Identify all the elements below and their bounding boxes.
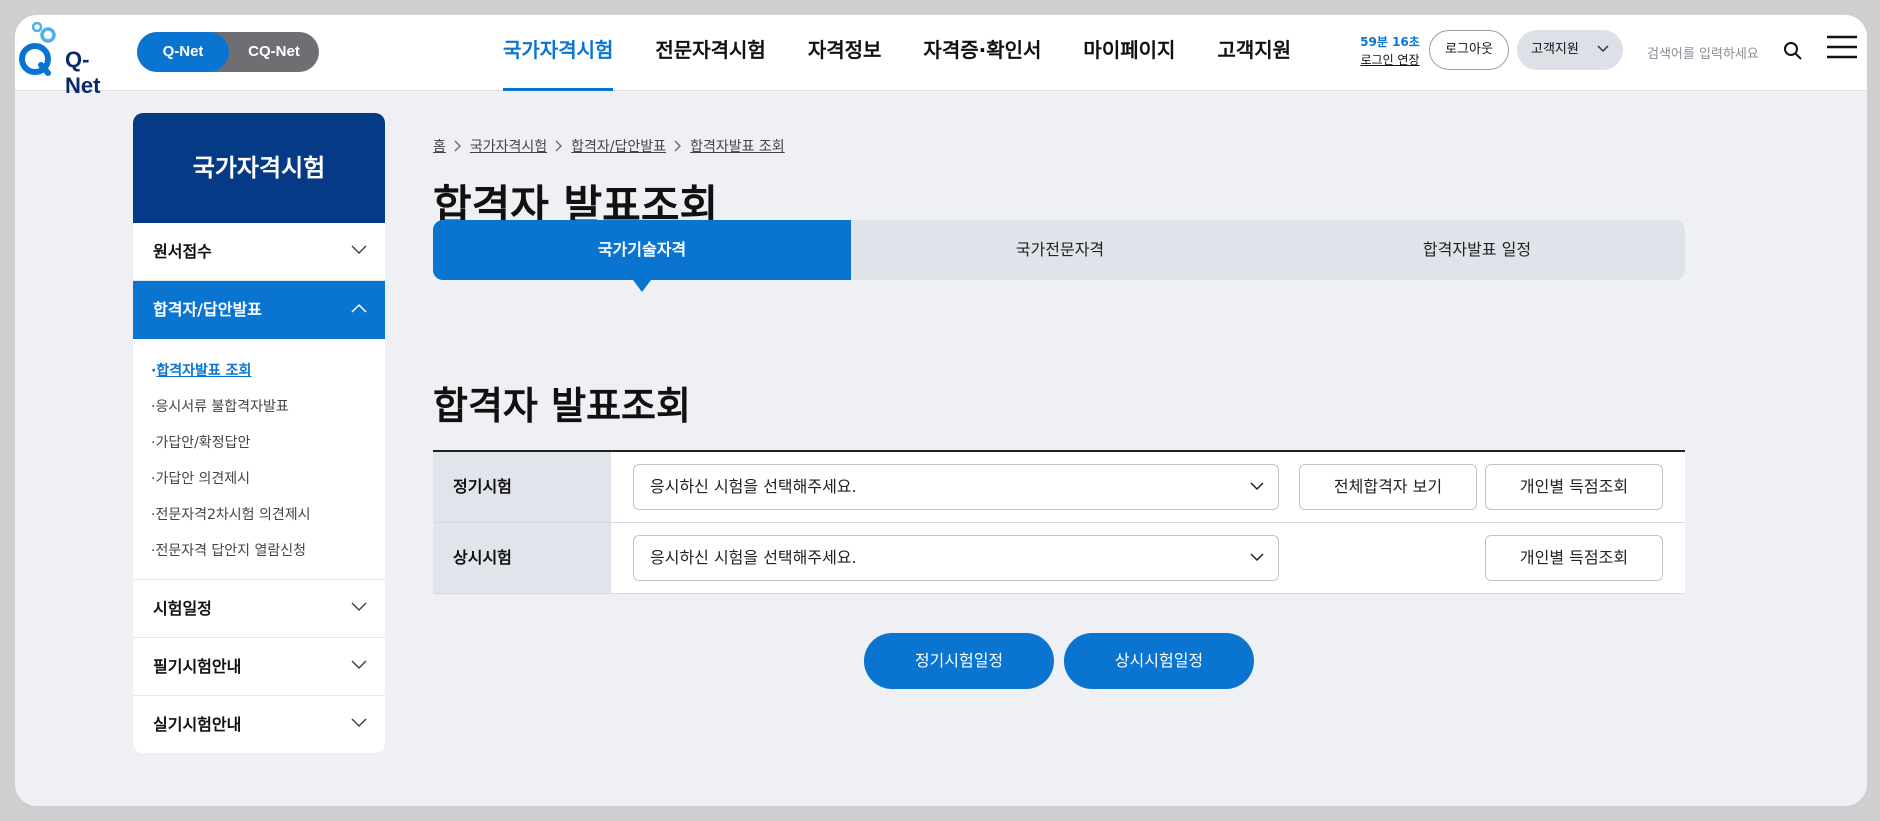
tab-bar: 국가기술자격 국가전문자격 합격자발표 일정 bbox=[433, 220, 1685, 292]
session-time: 59분 16초 bbox=[1360, 35, 1420, 49]
view-all-passers-button[interactable]: 전체합격자 보기 bbox=[1299, 464, 1477, 510]
sidebar-item-label: 시험일정 bbox=[153, 599, 212, 618]
nav-mypage[interactable]: 마이페이지 bbox=[1083, 15, 1175, 91]
submenu-item-pass-lookup[interactable]: 합격자발표 조회 bbox=[151, 353, 385, 389]
nav-certificates[interactable]: 자격증·확인서 bbox=[923, 15, 1041, 91]
regular-schedule-button[interactable]: 정기시험일정 bbox=[864, 633, 1054, 689]
site-header: Q-Net Q-Net CQ-Net 국가자격시험 전문자격시험 자격정보 자격… bbox=[15, 15, 1867, 98]
breadcrumb-national[interactable]: 국가자격시험 bbox=[470, 136, 547, 156]
section-title: 합격자 발표조회 bbox=[433, 384, 691, 428]
chevron-down-icon bbox=[1250, 553, 1264, 562]
submenu-item-answer-opinion[interactable]: 가답안 의견제시 bbox=[151, 461, 385, 497]
breadcrumb: 홈 국가자격시험 합격자/답안발표 합격자발표 조회 bbox=[433, 136, 785, 156]
sidebar: 국가자격시험 원서접수 합격자/답안발표 합격자발표 조회 응시서류 불합격자발… bbox=[133, 113, 385, 753]
search-input[interactable]: 검색어를 입력하세요 bbox=[1647, 43, 1759, 62]
tab-announcement-schedule[interactable]: 합격자발표 일정 bbox=[1269, 220, 1685, 280]
sidebar-item-practical-guide[interactable]: 실기시험안내 bbox=[133, 696, 385, 753]
nav-national-exam[interactable]: 국가자격시험 bbox=[503, 15, 614, 91]
extend-login-link[interactable]: 로그인 연장 bbox=[1355, 51, 1425, 69]
chevron-up-icon bbox=[351, 303, 367, 313]
chevron-right-icon bbox=[454, 140, 461, 152]
regular-exam-select[interactable]: 응시하신 시험을 선택해주세요. bbox=[633, 464, 1279, 510]
chevron-down-icon bbox=[1250, 482, 1264, 491]
sidebar-item-written-guide[interactable]: 필기시험안내 bbox=[133, 638, 385, 696]
permanent-exam-select[interactable]: 응시하신 시험을 선택해주세요. bbox=[633, 535, 1279, 581]
nav-qualification-info[interactable]: 자격정보 bbox=[808, 15, 882, 91]
sidebar-item-application[interactable]: 원서접수 bbox=[133, 223, 385, 281]
logout-button[interactable]: 로그아웃 bbox=[1429, 30, 1509, 70]
sidebar-item-schedule[interactable]: 시험일정 bbox=[133, 580, 385, 638]
customer-support-dropdown[interactable]: 고객지원 bbox=[1517, 30, 1623, 70]
chevron-right-icon bbox=[674, 140, 681, 152]
sidebar-title: 국가자격시험 bbox=[133, 113, 385, 223]
chevron-down-icon bbox=[351, 660, 367, 670]
search-icon[interactable] bbox=[1783, 41, 1803, 61]
submenu-item-answers[interactable]: 가답안/확정답안 bbox=[151, 425, 385, 461]
session-timer: 59분 16초 로그인 연장 bbox=[1355, 33, 1425, 69]
table-row-regular: 정기시험 응시하신 시험을 선택해주세요. 전체합격자 보기 개인별 득점조회 bbox=[433, 452, 1685, 523]
qnet-logo[interactable]: Q-Net bbox=[15, 21, 115, 98]
sidebar-submenu: 합격자발표 조회 응시서류 불합격자발표 가답안/확정답안 가답안 의견제시 전… bbox=[133, 339, 385, 580]
switch-qnet[interactable]: Q-Net bbox=[137, 32, 229, 72]
sidebar-item-results[interactable]: 합격자/답안발표 bbox=[133, 281, 385, 339]
logo-text: Q-Net bbox=[65, 47, 101, 98]
submenu-item-2nd-opinion[interactable]: 전문자격2차시험 의견제시 bbox=[151, 497, 385, 533]
nav-professional-exam[interactable]: 전문자격시험 bbox=[655, 15, 765, 91]
global-nav: 국가자격시험 전문자격시험 자격정보 자격증·확인서 마이페이지 고객지원 bbox=[503, 15, 1333, 91]
row-label: 상시시험 bbox=[433, 523, 611, 593]
site-switch: Q-Net CQ-Net bbox=[137, 32, 319, 72]
permanent-score-lookup-button[interactable]: 개인별 득점조회 bbox=[1485, 535, 1663, 581]
switch-cqnet[interactable]: CQ-Net bbox=[229, 32, 319, 72]
submenu-label: 합격자발표 조회 bbox=[156, 363, 252, 379]
submenu-item-answer-sheet[interactable]: 전문자격 답안지 열람신청 bbox=[151, 533, 385, 569]
submenu-item-doc-fail[interactable]: 응시서류 불합격자발표 bbox=[151, 389, 385, 425]
browser-frame: Q-Net Q-Net CQ-Net 국가자격시험 전문자격시험 자격정보 자격… bbox=[15, 15, 1867, 806]
chevron-right-icon bbox=[555, 140, 563, 152]
regular-score-lookup-button[interactable]: 개인별 득점조회 bbox=[1485, 464, 1663, 510]
sidebar-item-label: 필기시험안내 bbox=[153, 657, 242, 676]
sidebar-item-label: 실기시험안내 bbox=[153, 715, 242, 734]
chevron-down-icon bbox=[351, 718, 367, 728]
tab-national-professional[interactable]: 국가전문자격 bbox=[851, 220, 1269, 280]
tab-national-technical[interactable]: 국가기술자격 bbox=[433, 220, 851, 292]
customer-support-label: 고객지원 bbox=[1531, 42, 1579, 57]
nav-support[interactable]: 고객지원 bbox=[1217, 15, 1291, 91]
lookup-table: 정기시험 응시하신 시험을 선택해주세요. 전체합격자 보기 개인별 득점조회 … bbox=[433, 450, 1685, 594]
permanent-schedule-button[interactable]: 상시시험일정 bbox=[1064, 633, 1254, 689]
row-label: 정기시험 bbox=[433, 452, 611, 522]
sidebar-item-label: 원서접수 bbox=[153, 242, 212, 261]
sidebar-item-label: 합격자/답안발표 bbox=[153, 300, 262, 319]
select-value: 응시하신 시험을 선택해주세요. bbox=[650, 477, 857, 496]
breadcrumb-home[interactable]: 홈 bbox=[433, 136, 446, 156]
breadcrumb-results[interactable]: 합격자/답안발표 bbox=[571, 136, 666, 156]
select-value: 응시하신 시험을 선택해주세요. bbox=[650, 548, 857, 567]
chevron-down-icon bbox=[351, 245, 367, 255]
hamburger-menu-icon[interactable] bbox=[1827, 35, 1857, 59]
breadcrumb-current[interactable]: 합격자발표 조회 bbox=[690, 136, 785, 156]
table-row-permanent: 상시시험 응시하신 시험을 선택해주세요. 개인별 득점조회 bbox=[433, 523, 1685, 594]
chevron-down-icon bbox=[351, 602, 367, 612]
chevron-down-icon bbox=[1597, 45, 1609, 53]
